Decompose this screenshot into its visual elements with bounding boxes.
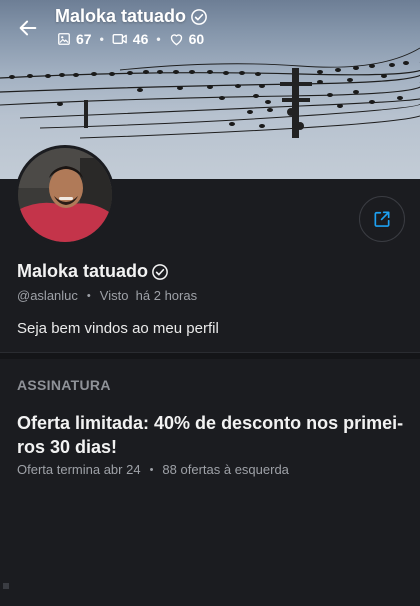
image-icon: [58, 33, 70, 45]
header-title: Maloka tatuado: [55, 6, 208, 27]
profile-name-text: Maloka tatuado: [17, 261, 149, 281]
profile-meta: @aslanluc • Visto há 2 horas: [17, 288, 197, 303]
offers-left: 88 ofertas à esquerda: [162, 462, 289, 477]
share-button[interactable]: [359, 196, 405, 242]
section-divider: [0, 352, 420, 359]
last-seen: Visto há 2 horas: [99, 288, 198, 303]
offer-text: Oferta limitada: 40% de desconto nos pri…: [17, 413, 404, 457]
subscription-section-title: ASSINATURA: [17, 377, 111, 393]
profile-bio: Seja bem vindos ao meu perfil: [17, 320, 219, 337]
profile-name: Maloka tatuado: [17, 261, 169, 282]
likes-count: 60: [188, 31, 205, 47]
videos-stat[interactable]: 46: [112, 31, 149, 47]
videos-count: 46: [132, 31, 149, 47]
stat-separator: •: [156, 32, 161, 46]
profile-stats: 67 • 46 • 60: [57, 31, 204, 47]
heart-icon: [170, 34, 182, 46]
back-button[interactable]: [14, 14, 42, 42]
photos-stat[interactable]: 67: [57, 31, 92, 47]
meta-separator: •: [149, 463, 154, 476]
offer-ends: Oferta termina abr 24: [17, 462, 141, 477]
profile-handle: @aslanluc: [17, 288, 78, 303]
photos-count: 67: [76, 31, 92, 47]
verified-badge-icon: [191, 8, 207, 25]
meta-separator: •: [86, 289, 91, 302]
avatar[interactable]: [15, 145, 115, 245]
stat-separator: •: [99, 32, 104, 46]
video-icon: [112, 34, 127, 44]
header-title-text: Maloka tatuado: [55, 6, 187, 26]
share-icon: [374, 211, 390, 227]
offer-meta: Oferta termina abr 24 • 88 ofertas à esq…: [17, 462, 289, 477]
arrow-left-icon: [19, 20, 37, 36]
scroll-indicator: [3, 583, 9, 589]
verified-badge-icon: [152, 263, 168, 280]
top-bar: Maloka tatuado 67 • 46 • 60: [0, 0, 420, 58]
likes-stat[interactable]: 60: [169, 31, 205, 47]
avatar-photo: [18, 148, 112, 242]
